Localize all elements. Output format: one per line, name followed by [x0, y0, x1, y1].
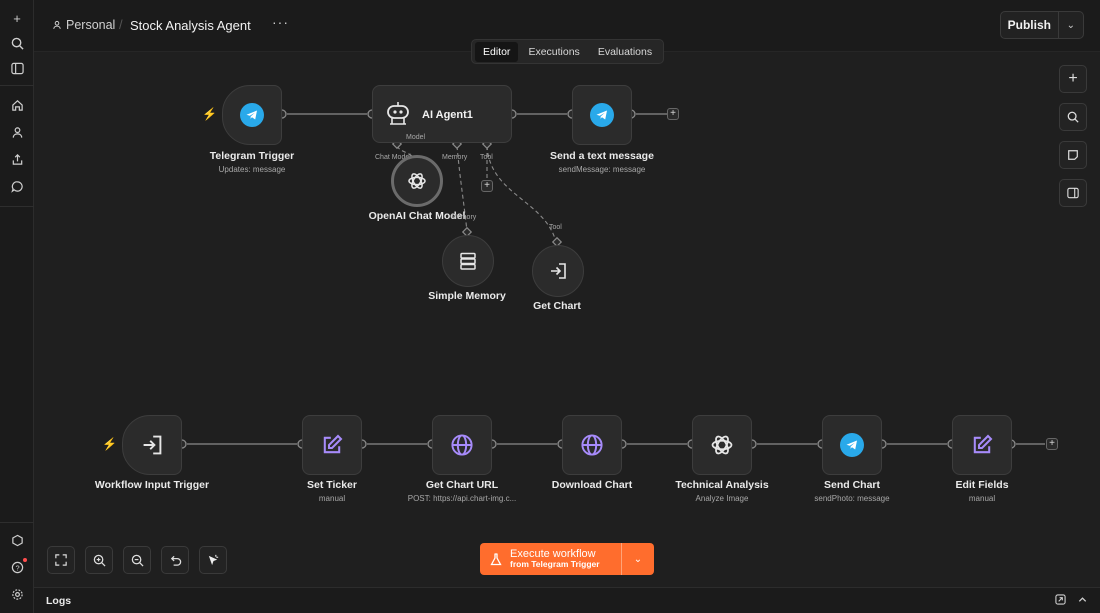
node-label: Telegram Trigger	[209, 150, 295, 162]
node-label: Get Chart	[533, 300, 581, 312]
globe-icon	[451, 434, 473, 456]
node-technical-analysis[interactable]	[692, 415, 752, 475]
node-ai-agent[interactable]: AI Agent1	[372, 85, 512, 143]
telegram-icon	[840, 433, 864, 457]
cursor-icon	[208, 554, 218, 565]
openai-icon	[711, 435, 733, 455]
add-node-after-button[interactable]: +	[667, 108, 679, 120]
zoom-out-icon	[131, 554, 144, 567]
node-subtitle: manual	[968, 494, 996, 503]
node-openai-chat-model[interactable]	[391, 155, 443, 207]
node-label: Edit Fields	[955, 479, 1009, 491]
node-label: Send a text message	[550, 150, 654, 162]
port-label-model: Model	[406, 134, 426, 141]
node-send-text-message[interactable]	[572, 85, 632, 145]
port-label-memory: Memory	[442, 154, 468, 161]
chevron-up-icon[interactable]	[1077, 594, 1088, 608]
add-tool-button[interactable]: +	[481, 180, 493, 192]
port-label-tool: Tool	[480, 154, 493, 161]
add-node-after-button[interactable]: +	[1046, 438, 1058, 450]
flask-icon	[490, 552, 502, 565]
node-get-chart[interactable]	[532, 245, 584, 297]
telegram-icon	[240, 103, 264, 127]
node-get-chart-url[interactable]	[432, 415, 492, 475]
logs-panel-bar[interactable]: Logs	[34, 587, 1100, 613]
workflow-editor: + ? Personal / Stock Analysis Agent ··· …	[0, 0, 1100, 613]
node-edit-fields[interactable]	[952, 415, 1012, 475]
port-label-tool: Tool	[549, 224, 562, 231]
telegram-icon	[590, 103, 614, 127]
pencil-icon	[973, 434, 993, 454]
node-subtitle: POST: https://api.chart-img.c...	[407, 494, 517, 503]
fit-view-icon	[55, 554, 67, 566]
chevron-down-icon[interactable]: ⌄	[621, 543, 654, 575]
node-download-chart[interactable]	[562, 415, 622, 475]
execute-main[interactable]: Execute workflow from Telegram Trigger	[480, 543, 621, 575]
node-subtitle: Updates: message	[218, 165, 286, 174]
tidy-up-button[interactable]	[199, 546, 227, 574]
node-send-chart[interactable]	[822, 415, 882, 475]
agent-title: AI Agent1	[422, 109, 473, 121]
node-set-ticker[interactable]	[302, 415, 362, 475]
fit-view-button[interactable]	[47, 546, 75, 574]
node-workflow-input-trigger[interactable]	[122, 415, 182, 475]
trigger-bolt-icon: ⚡	[202, 107, 217, 121]
enter-icon	[143, 435, 162, 455]
trigger-bolt-icon: ⚡	[102, 437, 117, 451]
execute-sublabel: from Telegram Trigger	[510, 559, 600, 570]
database-icon	[460, 252, 476, 270]
popout-icon[interactable]	[1055, 594, 1066, 608]
zoom-out-button[interactable]	[123, 546, 151, 574]
undo-button[interactable]	[161, 546, 189, 574]
node-simple-memory[interactable]	[442, 235, 494, 287]
node-label: Workflow Input Trigger	[94, 479, 210, 491]
zoom-in-button[interactable]	[85, 546, 113, 574]
node-telegram-trigger[interactable]	[222, 85, 282, 145]
robot-icon	[387, 102, 409, 125]
node-subtitle: sendMessage: message	[558, 165, 646, 174]
globe-icon	[581, 434, 603, 456]
undo-icon	[170, 555, 181, 566]
pencil-icon	[323, 434, 343, 454]
openai-icon	[408, 173, 426, 189]
port-label-memory: Memory	[451, 214, 477, 221]
logs-label: Logs	[46, 595, 72, 607]
enter-icon	[551, 263, 566, 279]
zoom-in-icon	[93, 554, 106, 567]
execute-workflow-button[interactable]: Execute workflow from Telegram Trigger ⌄	[480, 543, 654, 575]
